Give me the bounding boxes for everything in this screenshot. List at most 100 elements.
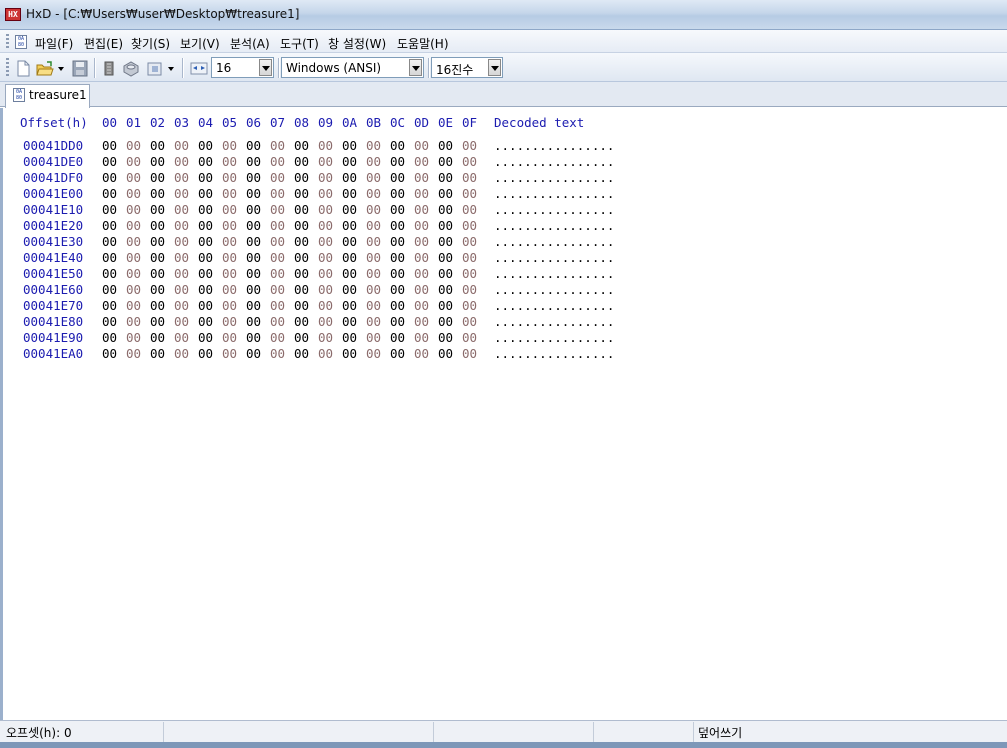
hex-byte[interactable]: 00	[438, 202, 453, 217]
hex-byte[interactable]: 00	[222, 282, 237, 297]
hex-byte[interactable]: 00	[318, 138, 333, 153]
hex-byte[interactable]: 00	[270, 138, 285, 153]
hex-byte[interactable]: 00	[414, 186, 429, 201]
hex-byte[interactable]: 00	[174, 314, 189, 329]
hex-byte[interactable]: 00	[366, 154, 381, 169]
hex-byte[interactable]: 00	[414, 314, 429, 329]
menu-analysis[interactable]: 분석(A)	[230, 35, 270, 52]
hex-byte[interactable]: 00	[366, 282, 381, 297]
hex-byte[interactable]: 00	[462, 346, 477, 361]
hex-byte[interactable]: 00	[198, 154, 213, 169]
hex-byte[interactable]: 00	[366, 330, 381, 345]
hex-byte[interactable]: 00	[102, 330, 117, 345]
hex-byte[interactable]: 00	[366, 218, 381, 233]
hex-byte[interactable]: 00	[150, 138, 165, 153]
hex-byte[interactable]: 00	[150, 250, 165, 265]
hex-byte[interactable]: 00	[462, 154, 477, 169]
hex-byte[interactable]: 00	[222, 154, 237, 169]
hex-byte[interactable]: 00	[342, 218, 357, 233]
hex-byte[interactable]: 00	[390, 154, 405, 169]
hex-byte[interactable]: 00	[198, 346, 213, 361]
hex-byte[interactable]: 00	[174, 138, 189, 153]
hex-byte[interactable]: 00	[318, 330, 333, 345]
hex-byte[interactable]: 00	[126, 330, 141, 345]
hex-byte[interactable]: 00	[270, 218, 285, 233]
hex-byte[interactable]: 00	[438, 218, 453, 233]
hex-byte[interactable]: 00	[342, 330, 357, 345]
hex-byte[interactable]: 00	[174, 298, 189, 313]
open-folder-icon[interactable]	[36, 60, 54, 77]
hex-byte[interactable]: 00	[366, 170, 381, 185]
hex-byte[interactable]: 00	[222, 138, 237, 153]
decoded-text[interactable]: ................	[494, 298, 614, 313]
decoded-text[interactable]: ................	[494, 314, 614, 329]
hex-byte[interactable]: 00	[294, 202, 309, 217]
hex-byte[interactable]: 00	[150, 202, 165, 217]
hex-byte[interactable]: 00	[294, 234, 309, 249]
hex-byte[interactable]: 00	[222, 202, 237, 217]
hex-byte[interactable]: 00	[126, 282, 141, 297]
chevron-down-icon[interactable]	[488, 59, 501, 76]
hex-byte[interactable]: 00	[438, 250, 453, 265]
hex-byte[interactable]: 00	[438, 154, 453, 169]
hex-byte[interactable]: 00	[318, 202, 333, 217]
hex-byte[interactable]: 00	[222, 298, 237, 313]
hex-byte[interactable]: 00	[342, 298, 357, 313]
hex-byte[interactable]: 00	[294, 218, 309, 233]
hex-byte[interactable]: 00	[270, 330, 285, 345]
hex-byte[interactable]: 00	[390, 314, 405, 329]
hex-byte[interactable]: 00	[342, 314, 357, 329]
hex-byte[interactable]: 00	[126, 250, 141, 265]
hex-byte[interactable]: 00	[318, 250, 333, 265]
hex-byte[interactable]: 00	[342, 234, 357, 249]
hex-byte[interactable]: 00	[342, 186, 357, 201]
hex-byte[interactable]: 00	[270, 154, 285, 169]
hex-byte[interactable]: 00	[126, 346, 141, 361]
hex-byte[interactable]: 00	[150, 330, 165, 345]
hex-byte[interactable]: 00	[414, 234, 429, 249]
decoded-text[interactable]: ................	[494, 186, 614, 201]
hex-byte[interactable]: 00	[102, 314, 117, 329]
hex-byte[interactable]: 00	[198, 250, 213, 265]
hex-byte[interactable]: 00	[390, 282, 405, 297]
hex-byte[interactable]: 00	[366, 202, 381, 217]
hex-byte[interactable]: 00	[102, 202, 117, 217]
hex-byte[interactable]: 00	[342, 170, 357, 185]
hex-byte[interactable]: 00	[438, 330, 453, 345]
menu-edit[interactable]: 편집(E)	[84, 35, 123, 52]
hex-byte[interactable]: 00	[438, 186, 453, 201]
hex-byte[interactable]: 00	[102, 170, 117, 185]
hex-byte[interactable]: 00	[246, 330, 261, 345]
decoded-text[interactable]: ................	[494, 330, 614, 345]
hex-byte[interactable]: 00	[126, 266, 141, 281]
hex-byte[interactable]: 00	[102, 250, 117, 265]
hex-byte[interactable]: 00	[246, 218, 261, 233]
hex-byte[interactable]: 00	[462, 186, 477, 201]
hex-byte[interactable]: 00	[126, 170, 141, 185]
hex-byte[interactable]: 00	[174, 154, 189, 169]
hex-byte[interactable]: 00	[390, 330, 405, 345]
hex-byte[interactable]: 00	[342, 202, 357, 217]
hex-byte[interactable]: 00	[198, 218, 213, 233]
hex-byte[interactable]: 00	[198, 234, 213, 249]
hex-byte[interactable]: 00	[390, 250, 405, 265]
hex-byte[interactable]: 00	[366, 266, 381, 281]
view-dropdown-icon[interactable]	[166, 60, 176, 77]
decoded-text[interactable]: ................	[494, 170, 614, 185]
hex-byte[interactable]: 00	[414, 346, 429, 361]
hex-byte[interactable]: 00	[246, 154, 261, 169]
number-base-select[interactable]: 16진수	[431, 57, 503, 78]
hex-byte[interactable]: 00	[318, 218, 333, 233]
hex-byte[interactable]: 00	[126, 154, 141, 169]
menu-view[interactable]: 보기(V)	[180, 35, 220, 52]
charset-select[interactable]: Windows (ANSI)	[281, 57, 424, 78]
hex-byte[interactable]: 00	[150, 298, 165, 313]
hex-byte[interactable]: 00	[150, 170, 165, 185]
hex-byte[interactable]: 00	[246, 346, 261, 361]
hex-byte[interactable]: 00	[294, 154, 309, 169]
hex-byte[interactable]: 00	[342, 266, 357, 281]
hex-byte[interactable]: 00	[270, 314, 285, 329]
hex-byte[interactable]: 00	[246, 234, 261, 249]
hex-byte[interactable]: 00	[438, 234, 453, 249]
hex-byte[interactable]: 00	[438, 170, 453, 185]
